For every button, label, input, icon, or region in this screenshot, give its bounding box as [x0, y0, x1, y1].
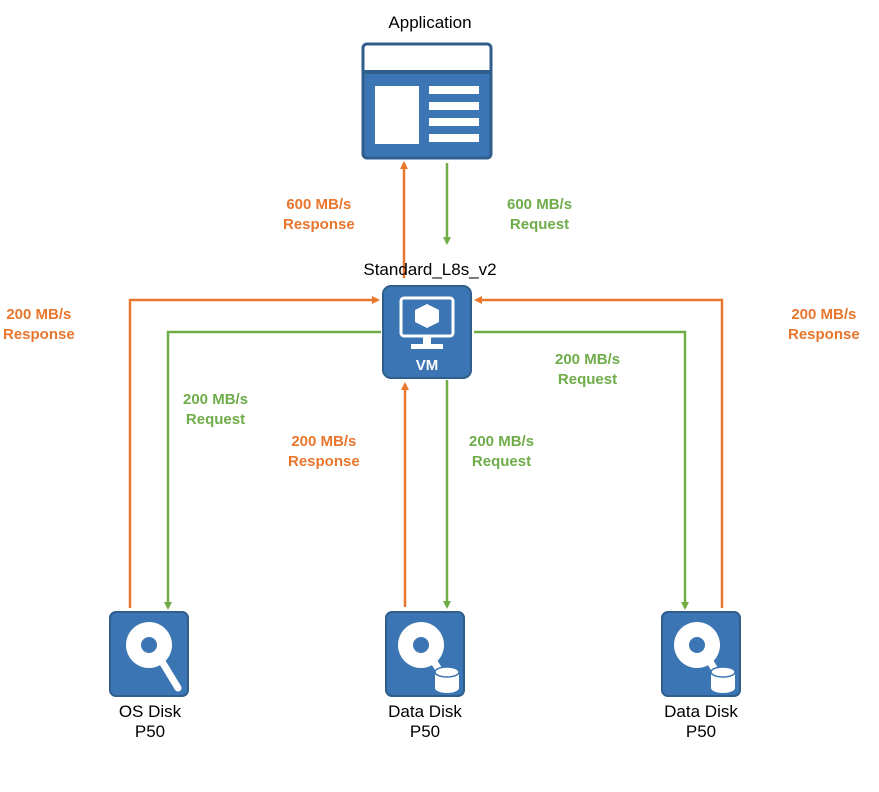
app-response-label: 600 MB/sResponse [283, 195, 355, 234]
vm-icon: VM [381, 284, 473, 385]
app-request-label: 600 MB/sRequest [507, 195, 572, 234]
svg-text:VM: VM [416, 357, 439, 374]
data-disk-1-name: Data DiskP50 [370, 702, 480, 743]
data1-response-label: 200 MB/sResponse [288, 432, 360, 471]
data2-response-label: 200 MB/sResponse [788, 305, 860, 344]
application-icon [361, 42, 493, 165]
os-disk-name: OS DiskP50 [100, 702, 200, 743]
os-response-label: 200 MB/sResponse [3, 305, 75, 344]
data-disk-2-name: Data DiskP50 [646, 702, 756, 743]
application-title: Application [370, 13, 490, 33]
data1-request-label: 200 MB/sRequest [469, 432, 534, 471]
data-disk-2-icon [660, 610, 742, 703]
os-disk-icon [108, 610, 190, 703]
data2-request-label: 200 MB/sRequest [555, 350, 620, 389]
vm-title: Standard_L8s_v2 [360, 260, 500, 280]
os-request-label: 200 MB/sRequest [183, 390, 248, 429]
data-disk-1-icon [384, 610, 466, 703]
